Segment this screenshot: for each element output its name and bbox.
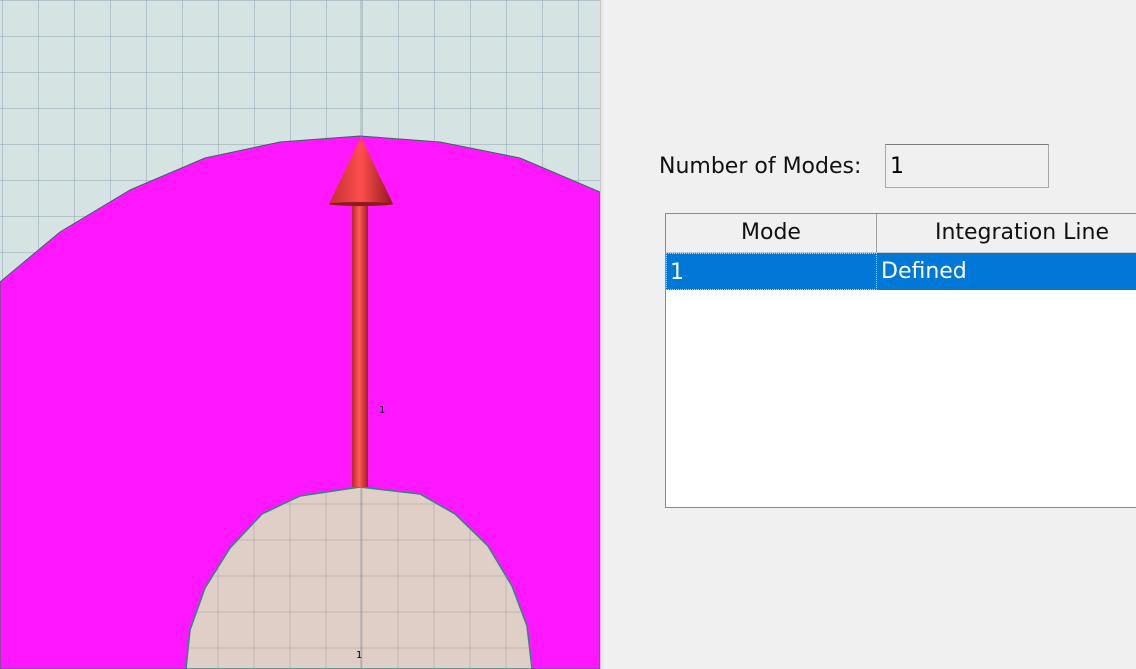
3d-viewport[interactable]: 1 1	[0, 0, 600, 669]
column-header-mode[interactable]: Mode	[666, 214, 877, 252]
cell-mode[interactable]: 1	[666, 253, 877, 290]
modes-panel: Number of Modes: Mode Integration Line 1…	[603, 0, 1136, 669]
table-row[interactable]: 1 Defined	[666, 253, 1136, 290]
table-header: Mode Integration Line	[666, 214, 1136, 253]
number-of-modes-label: Number of Modes:	[659, 154, 862, 179]
cell-integration-line[interactable]: Defined	[877, 253, 1136, 290]
modes-table: Mode Integration Line 1 Defined	[665, 213, 1136, 508]
arrow-mode-label: 1	[379, 405, 386, 416]
number-of-modes-input[interactable]	[885, 144, 1049, 188]
model-canvas	[0, 0, 600, 669]
column-header-integration-line[interactable]: Integration Line	[877, 214, 1136, 252]
port-number-label: 1	[356, 650, 363, 661]
